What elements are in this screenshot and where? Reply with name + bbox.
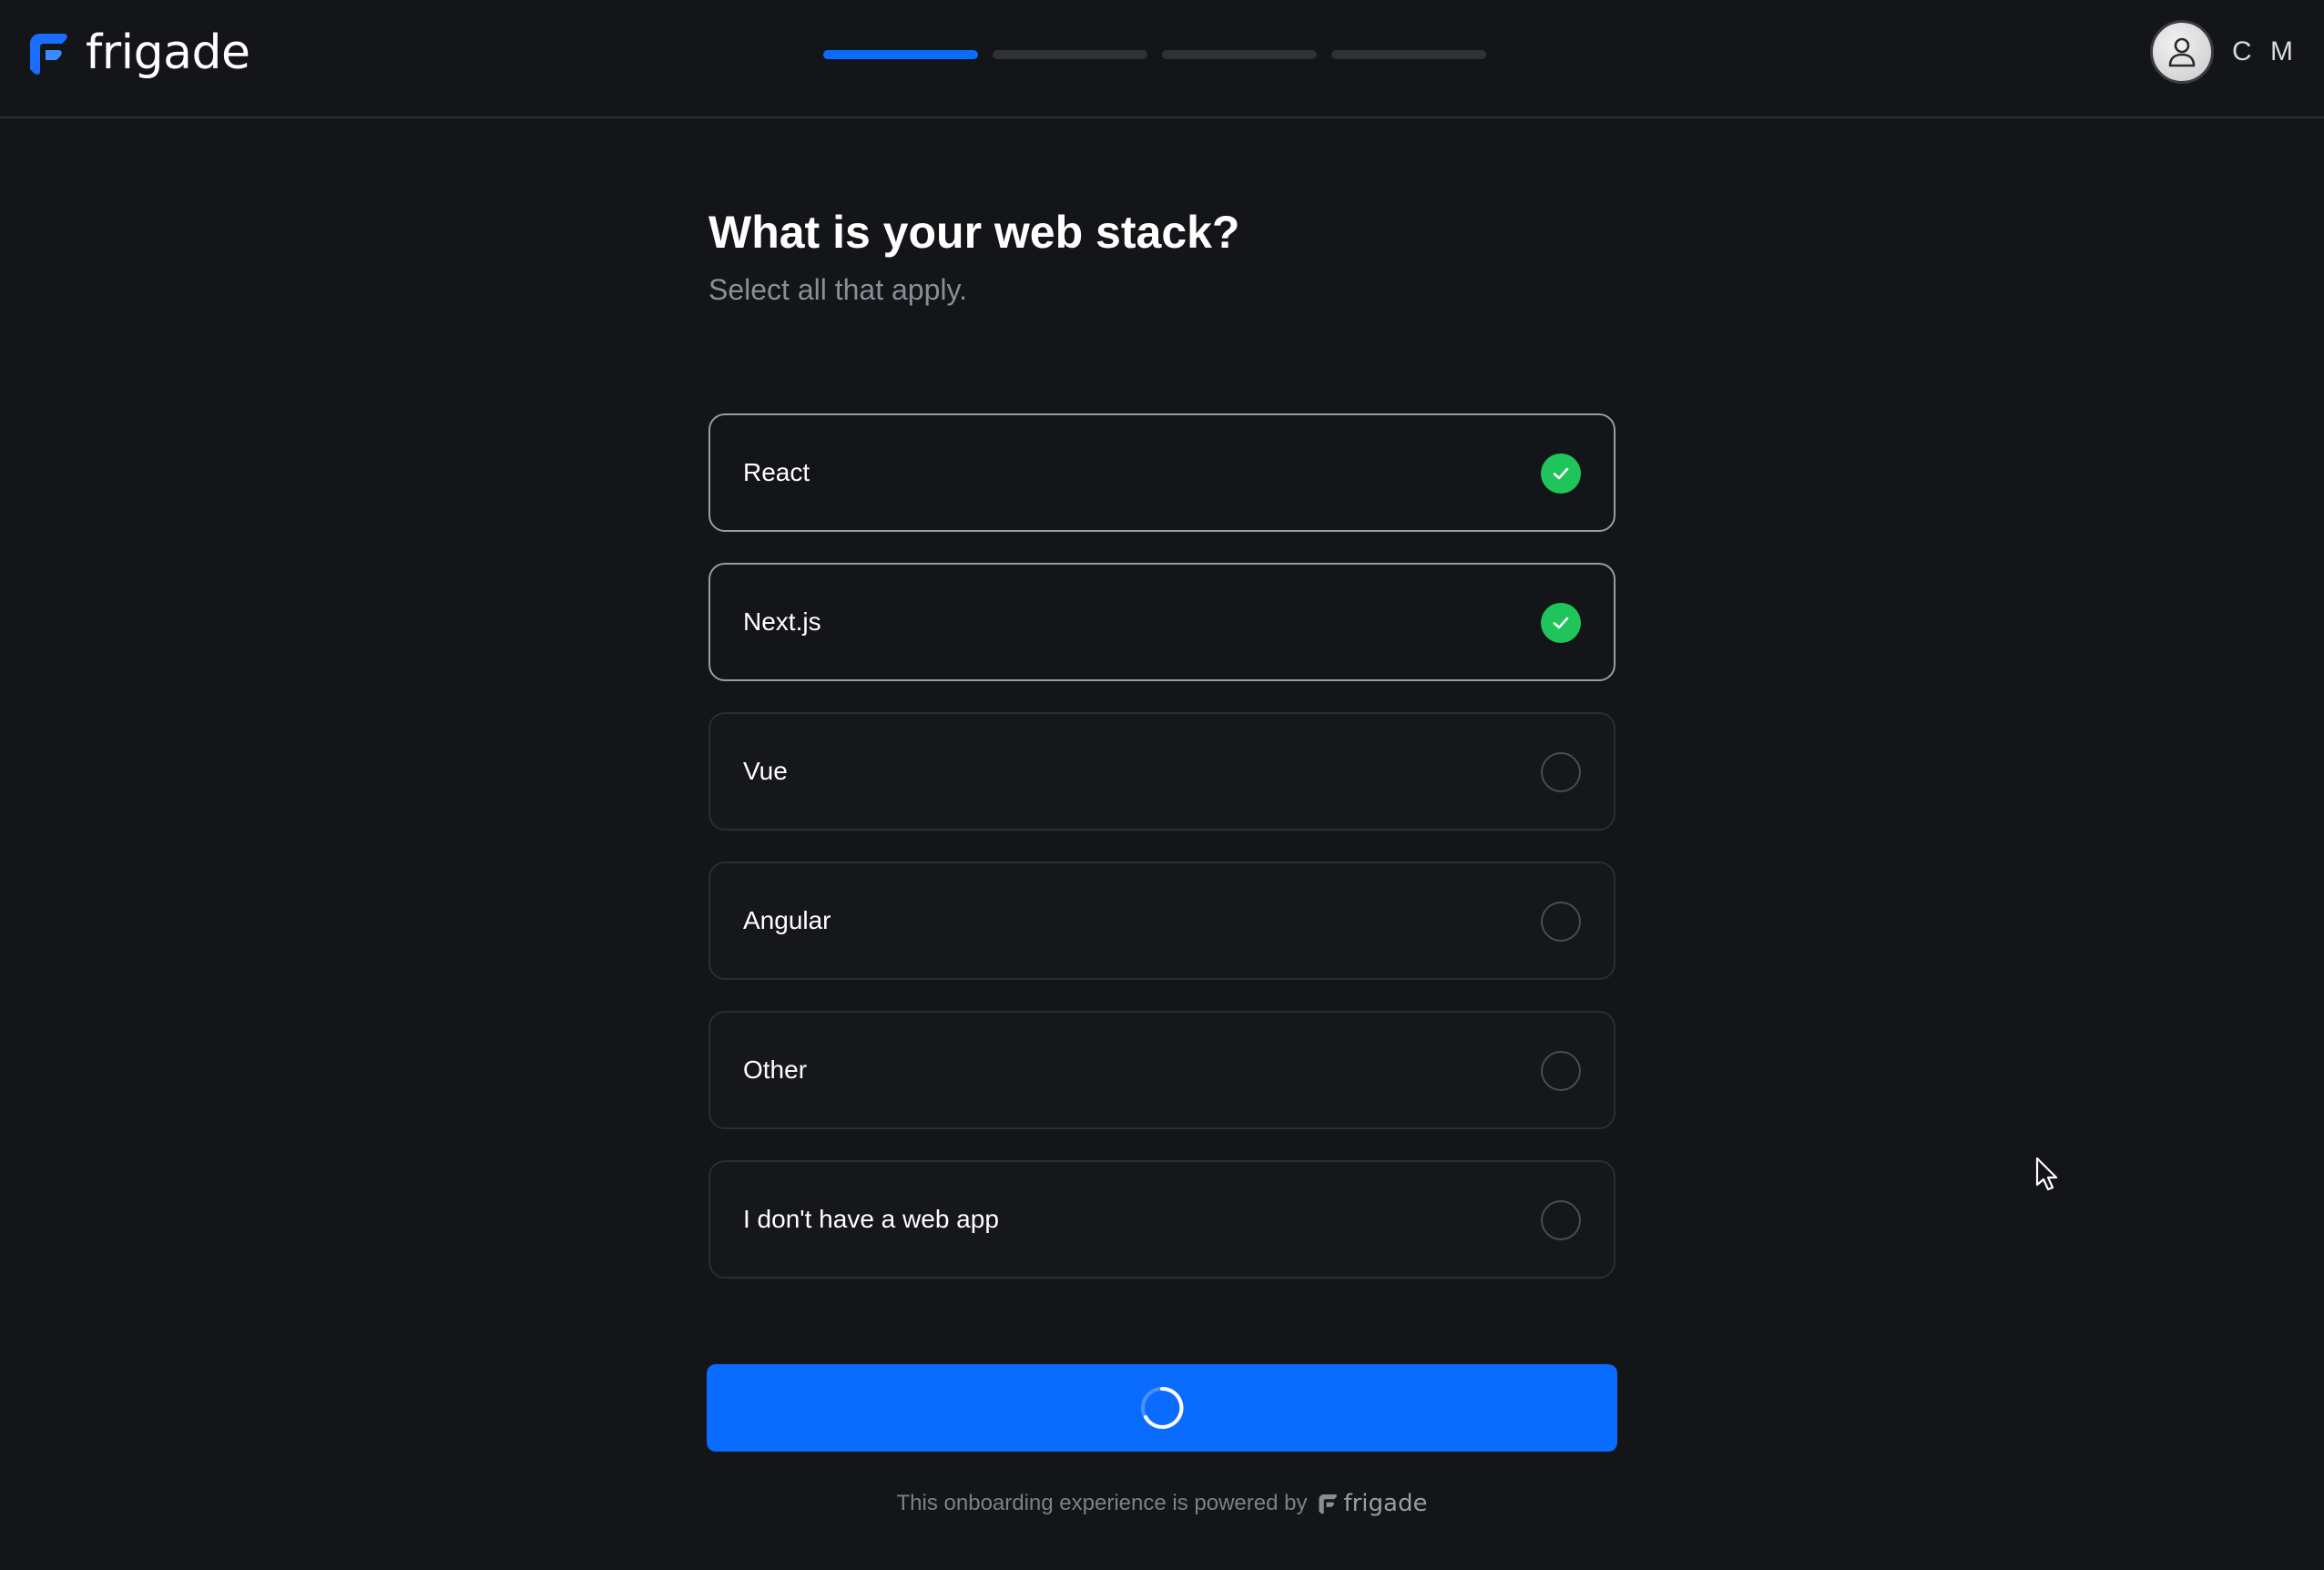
progress-step-2: [993, 50, 1147, 59]
check-icon: [1541, 603, 1581, 643]
option-label: I don't have a web app: [743, 1205, 999, 1233]
frigade-logo-icon: [30, 34, 67, 75]
progress-step-4: [1331, 50, 1486, 59]
mouse-cursor-icon: [2034, 1157, 2060, 1198]
empty-radio-icon: [1541, 1051, 1581, 1091]
user-menu[interactable]: C M: [2150, 20, 2299, 84]
option-label: Next.js: [743, 607, 821, 636]
frigade-logo[interactable]: frigade: [27, 25, 250, 80]
powered-by-text: This onboarding experience is powered by: [896, 1491, 1308, 1515]
option-other[interactable]: Other: [708, 1011, 1616, 1129]
option-vue[interactable]: Vue: [708, 712, 1616, 831]
option-react[interactable]: React: [708, 413, 1616, 532]
progress-step-1: [823, 50, 978, 59]
option-label: Vue: [743, 757, 788, 785]
empty-radio-icon: [1541, 752, 1581, 792]
frigade-logo-icon: [1319, 1494, 1338, 1514]
continue-button[interactable]: [707, 1364, 1617, 1452]
footer-brand-name: frigade: [1343, 1490, 1428, 1517]
page-subtitle: Select all that apply.: [708, 273, 968, 306]
step-progress: [823, 50, 1486, 59]
option-nextjs[interactable]: Next.js: [708, 563, 1616, 681]
top-bar: frigade C M: [0, 0, 2324, 118]
option-label: Other: [743, 1055, 808, 1084]
check-icon: [1541, 454, 1581, 494]
options-list: React Next.js Vue Angular Other I don't …: [708, 413, 1616, 1310]
user-icon: [2168, 37, 2196, 67]
empty-radio-icon: [1541, 902, 1581, 942]
powered-by-footer: This onboarding experience is powered by…: [0, 1490, 2324, 1517]
option-angular[interactable]: Angular: [708, 861, 1616, 980]
option-label: Angular: [743, 906, 831, 934]
spinner-icon: [1141, 1386, 1184, 1429]
progress-step-3: [1162, 50, 1317, 59]
footer-brand-link[interactable]: frigade: [1318, 1490, 1427, 1517]
page-title: What is your web stack?: [708, 207, 1240, 258]
question-header: What is your web stack? Select all that …: [708, 200, 1616, 310]
avatar[interactable]: [2150, 20, 2214, 84]
option-label: React: [743, 458, 810, 486]
option-no-web-app[interactable]: I don't have a web app: [708, 1160, 1616, 1279]
user-initials: C M: [2232, 36, 2299, 66]
brand-name: frigade: [86, 25, 250, 80]
empty-radio-icon: [1541, 1200, 1581, 1240]
